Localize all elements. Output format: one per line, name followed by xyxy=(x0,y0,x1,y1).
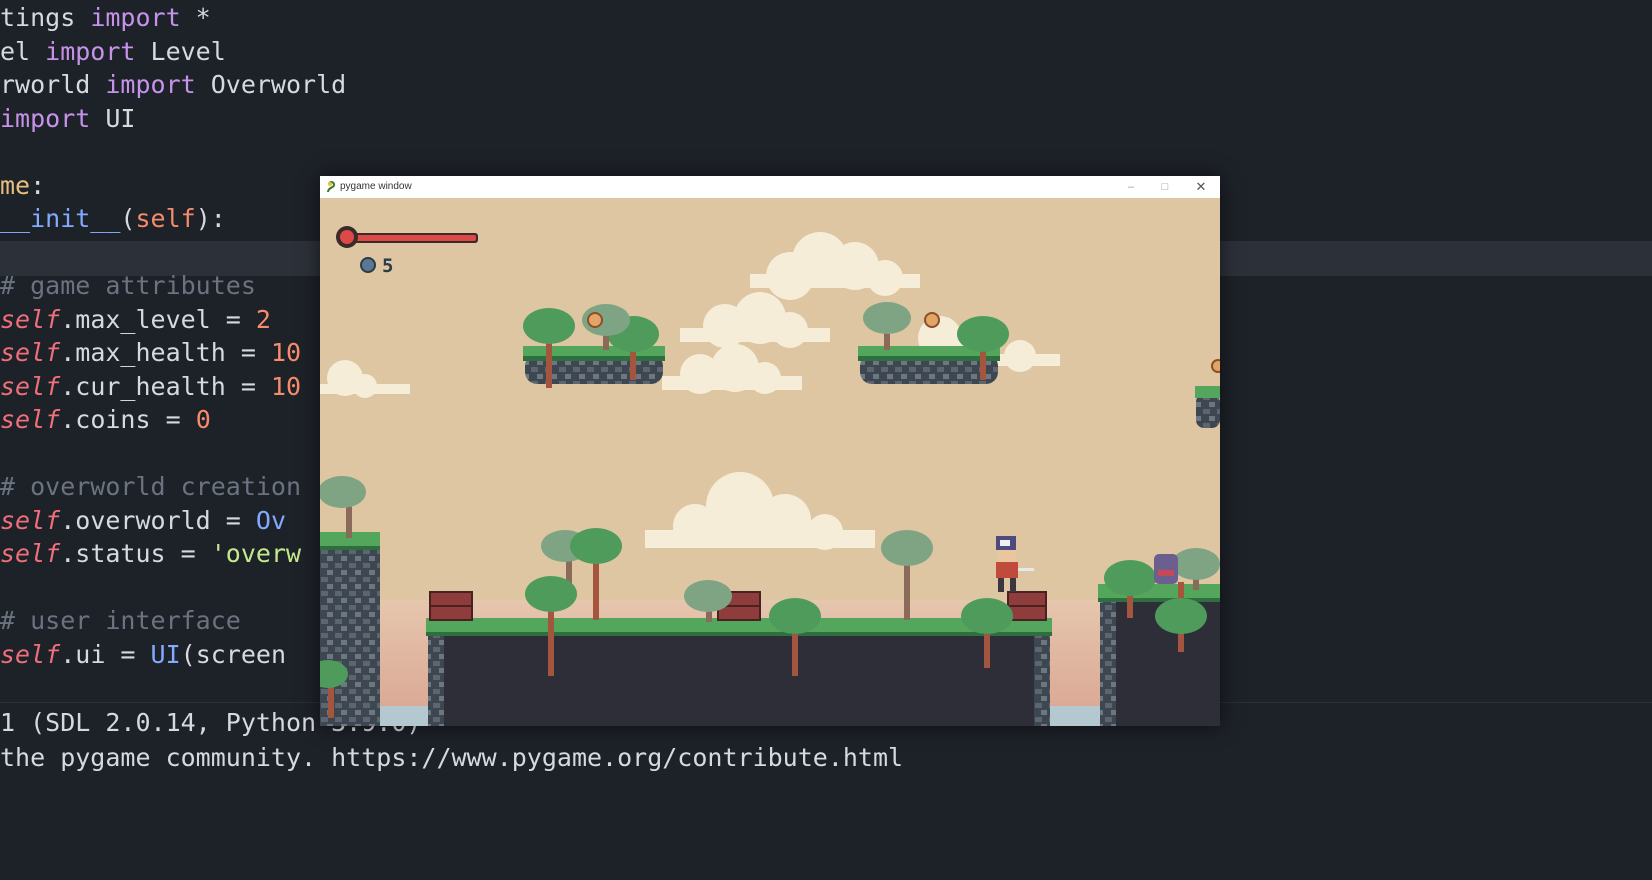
coin xyxy=(924,312,940,328)
code-token: import xyxy=(45,36,136,66)
maximize-button[interactable]: □ xyxy=(1150,178,1180,196)
code-token: rworld xyxy=(0,70,106,99)
cloud xyxy=(680,292,830,348)
window-title: pygame window xyxy=(340,181,412,192)
code-line: # game attributes xyxy=(0,268,256,303)
code-token: 10 xyxy=(270,338,302,367)
code-line: el import Level xyxy=(0,34,226,69)
palm-tree xyxy=(863,302,911,350)
code-token: 2 xyxy=(255,304,271,334)
health-bar xyxy=(336,226,478,248)
code-token: .ui = xyxy=(60,639,151,669)
floating-platform xyxy=(523,346,665,384)
code-line: me: xyxy=(0,168,45,203)
enemy xyxy=(1154,554,1178,584)
code-token: # overworld creation xyxy=(0,472,302,501)
code-token: import xyxy=(105,70,196,99)
code-line: import UI xyxy=(0,101,135,136)
minimize-button[interactable]: – xyxy=(1116,178,1146,196)
code-token: .overworld = xyxy=(60,505,256,535)
game-canvas[interactable]: 5 xyxy=(320,198,1220,726)
code-token: __init__ xyxy=(0,204,121,233)
pygame-snake-icon xyxy=(327,181,336,193)
code-token: 0 xyxy=(195,405,211,434)
code-line: self.max_level = 2 xyxy=(0,302,271,337)
cloud xyxy=(645,472,875,550)
code-token: me xyxy=(0,170,31,200)
code-line: self.coins = 0 xyxy=(0,402,211,437)
window-titlebar[interactable]: pygame window – □ ✕ xyxy=(320,176,1220,198)
code-line: self.overworld = Ov xyxy=(0,503,286,538)
code-token: .status = xyxy=(60,539,211,568)
pygame-window[interactable]: pygame window – □ ✕ 5 xyxy=(320,176,1220,726)
code-line: self.status = 'overw xyxy=(0,536,301,571)
code-token: self xyxy=(0,371,61,401)
code-token: : xyxy=(30,170,46,200)
palm-tree xyxy=(320,476,366,538)
cloud xyxy=(662,344,802,394)
code-token: .max_level = xyxy=(60,304,256,334)
code-token: .max_health = xyxy=(60,338,271,367)
code-token: # game attributes xyxy=(0,271,256,300)
code-line: self.cur_health = 10 xyxy=(0,369,301,404)
code-token: import xyxy=(0,103,91,133)
crate xyxy=(429,591,473,621)
code-token: UI xyxy=(90,103,136,133)
code-line: self.max_health = 10 xyxy=(0,335,301,370)
code-token: self xyxy=(0,539,61,568)
code-line: tings import * xyxy=(0,0,211,35)
code-token: UI xyxy=(150,639,181,669)
coin-counter: 5 xyxy=(360,255,393,277)
code-token: .cur_health = xyxy=(60,371,271,401)
coin xyxy=(587,312,603,328)
crate xyxy=(1007,591,1047,621)
code-token: self xyxy=(0,505,61,535)
code-line: rworld import Overworld xyxy=(0,67,346,102)
code-token: Ov xyxy=(255,505,286,535)
cloud xyxy=(320,360,410,398)
code-line: __init__(self): xyxy=(0,201,226,236)
coin-count: 5 xyxy=(382,255,393,277)
code-token: el xyxy=(0,36,46,66)
code-line: # user interface xyxy=(0,603,241,638)
code-token: Level xyxy=(135,36,226,66)
code-token: * xyxy=(180,3,211,32)
code-token: import xyxy=(90,3,181,32)
clouds xyxy=(320,232,1060,550)
code-token: 10 xyxy=(270,371,302,401)
code-token: 'overw xyxy=(210,539,302,568)
code-token: self xyxy=(0,405,61,434)
floating-platform xyxy=(1195,386,1220,428)
cloud xyxy=(750,232,920,300)
code-token: ): xyxy=(195,204,226,233)
code-line: # overworld creation xyxy=(0,469,301,504)
code-token: tings xyxy=(0,3,91,32)
ground-main xyxy=(426,618,1052,726)
close-button[interactable]: ✕ xyxy=(1186,178,1216,196)
code-token: (screen xyxy=(180,639,286,669)
coin-icon xyxy=(360,257,376,273)
code-token: .coins = xyxy=(60,405,196,434)
player-character xyxy=(996,536,1034,592)
code-line: self.ui = UI(screen xyxy=(0,637,286,672)
code-token: self xyxy=(0,338,61,367)
code-token: self xyxy=(0,639,61,669)
code-token: self xyxy=(0,304,61,334)
code-token: ( xyxy=(120,204,136,233)
code-token: self xyxy=(135,204,196,233)
code-token: # user interface xyxy=(0,606,241,635)
coin xyxy=(1211,359,1220,373)
terminal-output[interactable]: 1 (SDL 2.0.14, Python 3.9.0) the pygame … xyxy=(0,702,1652,880)
code-token: Overworld xyxy=(195,70,347,99)
terminal-line: the pygame community. https://www.pygame… xyxy=(0,743,904,772)
